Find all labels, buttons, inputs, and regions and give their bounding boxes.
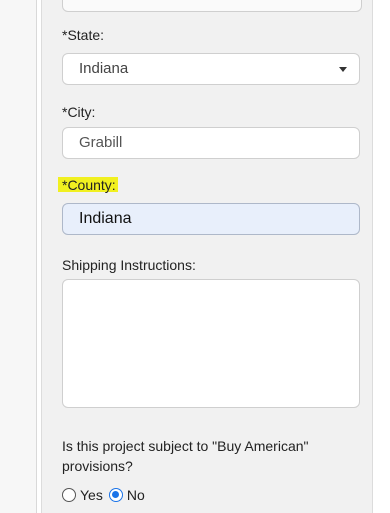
city-input[interactable]: Grabill — [62, 127, 360, 159]
state-label: *State: — [62, 27, 105, 43]
yes-radio[interactable] — [62, 488, 76, 502]
shipping-instructions-label: Shipping Instructions: — [62, 257, 196, 273]
county-input-value: Indiana — [79, 210, 132, 227]
county-label: *County: — [62, 177, 116, 193]
yes-radio-label[interactable]: Yes — [80, 487, 103, 503]
city-label: *City: — [62, 104, 96, 120]
buy-american-options: Yes No — [62, 484, 151, 506]
left-margin — [0, 0, 36, 513]
no-radio[interactable] — [108, 488, 123, 502]
shipping-instructions-textarea[interactable] — [62, 279, 360, 408]
state-select-value: Indiana — [79, 60, 129, 77]
divider — [36, 0, 37, 513]
buy-american-question: Is this project subject to "Buy American… — [62, 438, 309, 474]
no-radio-label[interactable]: No — [127, 487, 145, 503]
city-input-value: Grabill — [79, 134, 123, 151]
chevron-down-icon — [339, 67, 347, 72]
state-select[interactable]: Indiana — [62, 53, 360, 85]
county-input[interactable]: Indiana — [62, 203, 360, 235]
previous-field[interactable] — [62, 0, 362, 12]
